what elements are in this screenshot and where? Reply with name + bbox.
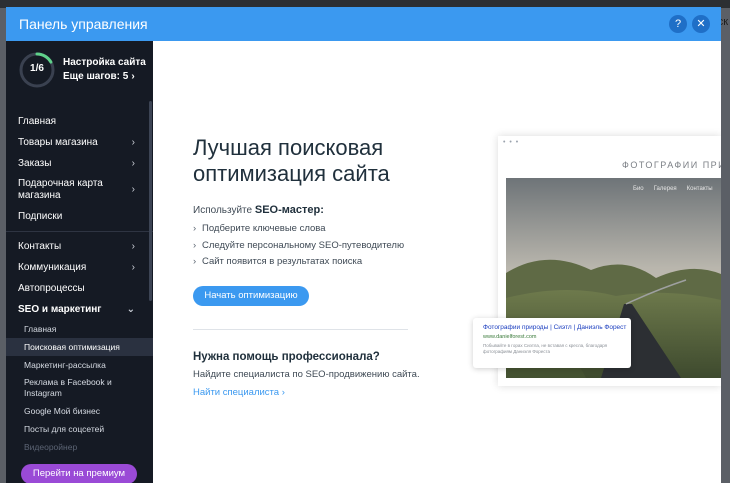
site-setup-widget[interactable]: 1/6 Настройка сайта Еще шагов: 5 ›	[18, 51, 153, 91]
chevron-right-icon: ›	[131, 137, 135, 148]
submenu-item-label: Поисковая оптимизация	[24, 342, 120, 352]
list-item-text: Следуйте персональному SEO-путеводителю	[202, 239, 405, 251]
close-button[interactable]: ✕	[692, 15, 710, 33]
steps-left-text: Еще шагов: 5	[63, 71, 129, 82]
sidebar-item-orders[interactable]: Заказы ›	[6, 153, 153, 174]
submenu-item-email-marketing[interactable]: Маркетинг-рассылка	[6, 356, 153, 374]
chevron-right-icon: ›	[131, 241, 135, 252]
help-description: Найдите специалиста по SEO-продвижению с…	[193, 369, 420, 380]
nav-item: Галерея	[653, 186, 677, 192]
steps-left: Еще шагов: 5 ›	[63, 71, 135, 82]
submenu-item-video[interactable]: Видеоройнер	[6, 438, 153, 456]
sidebar-menu: Главная Товары магазина › Заказы › Подароч…	[6, 111, 153, 456]
progress-text: 1/6	[30, 63, 44, 74]
chevron-right-icon: ›	[193, 223, 197, 234]
sidebar-scrollbar[interactable]	[149, 101, 152, 301]
sidebar: 1/6 Настройка сайта Еще шагов: 5 › Главна…	[6, 41, 153, 483]
main-content: Лучшая поисковая оптимизация сайта Испол…	[153, 41, 721, 483]
chevron-right-icon: ›	[131, 184, 135, 195]
sidebar-divider	[6, 231, 153, 232]
window-dots-icon: • • •	[503, 139, 520, 146]
sidebar-item-subscriptions[interactable]: Подписки	[6, 206, 153, 227]
submenu-item-label: Маркетинг-рассылка	[24, 360, 106, 370]
list-item-text: Сайт появится в результатах поиска	[202, 256, 363, 267]
modal-header: Панель управления ? ✕	[6, 7, 721, 41]
submenu-item-seo[interactable]: Поисковая оптимизация	[6, 338, 153, 356]
sidebar-item-store-products[interactable]: Товары магазина ›	[6, 132, 153, 153]
chevron-right-icon: ›	[131, 158, 135, 169]
search-result-title: Фотографии природы | Сиэтл | Даниэль Фор…	[483, 324, 627, 331]
help-heading: Нужна помощь профессионала?	[193, 351, 380, 363]
sidebar-item-label: SEO и маркетинг	[18, 304, 102, 315]
page-title: Лучшая поисковая оптимизация сайта	[193, 135, 390, 186]
submenu-item-social-posts[interactable]: Посты для соцсетей	[6, 420, 153, 438]
search-result-url: www.danielforest.com	[483, 334, 537, 340]
chevron-right-icon: ›	[193, 239, 197, 251]
submenu-item-label: Главная	[24, 324, 57, 334]
sidebar-item-label: Подарочная карта магазина	[18, 178, 103, 201]
submenu-item-google-business[interactable]: Google Мой бизнес	[6, 402, 153, 420]
nav-item: Био	[633, 186, 644, 192]
help-button[interactable]: ?	[669, 15, 687, 33]
sidebar-item-label: Товары магазина	[18, 137, 98, 148]
sidebar-item-gift-card[interactable]: Подарочная карта магазина ›	[6, 174, 153, 206]
list-item-text: Подберите ключевые слова	[202, 223, 326, 234]
sidebar-item-communication[interactable]: Коммуникация ›	[6, 257, 153, 278]
chevron-right-icon: ›	[131, 71, 135, 82]
nav-item: Контакты	[686, 186, 713, 192]
submenu-item-facebook-ads[interactable]: Реклама в Facebook и Instagram	[6, 374, 153, 402]
submenu-item-home[interactable]: Главная	[6, 320, 153, 338]
chevron-down-icon: ⌄	[126, 304, 135, 315]
intro-bold: SEO-мастер:	[254, 204, 324, 216]
sidebar-item-seo-marketing[interactable]: SEO и маркетинг ⌄	[6, 299, 153, 320]
submenu-item-label: Реклама в Facebook и Instagram	[24, 377, 112, 398]
sidebar-item-label: Коммуникация	[18, 262, 87, 273]
sidebar-item-contacts[interactable]: Контакты ›	[6, 236, 153, 257]
sidebar-item-label: Контакты	[18, 241, 62, 252]
modal-title: Панель управления	[19, 16, 148, 32]
list-item: › Сайт появится в результатах поиска	[193, 256, 404, 273]
sidebar-item-home[interactable]: Главная	[6, 111, 153, 132]
sidebar-item-label: Автопроцессы	[18, 283, 85, 294]
submenu-item-label: Видеоройнер	[24, 442, 78, 452]
intro-text: Используйте SEO-мастер:	[193, 204, 324, 216]
sidebar-item-automations[interactable]: Автопроцессы	[6, 278, 153, 299]
preview-nav: Био Галерея Контакты	[633, 186, 721, 192]
preview-site-name: ФОТОГРАФИИ ПРИРОДЫ	[622, 160, 721, 170]
list-item: › Следуйте персональному SEO-путеводителю	[193, 240, 404, 257]
sidebar-item-label: Главная	[18, 116, 57, 127]
section-divider	[193, 329, 408, 330]
intro-prefix: Используйте	[193, 205, 255, 216]
feature-list: › Подберите ключевые слова › Следуйте перс…	[193, 223, 404, 273]
search-result-description: Побывайте в горах Сиэтла, не вставая с к…	[483, 343, 608, 354]
dashboard-modal: Панель управления ? ✕ 1/6 Настройка сайт…	[6, 7, 721, 483]
sidebar-item-label: Заказы	[18, 158, 52, 169]
start-optimization-button[interactable]: Начать оптимизацию	[193, 286, 309, 306]
list-item: › Подберите ключевые слова	[193, 223, 404, 240]
chevron-right-icon: ›	[131, 262, 135, 273]
find-expert-link[interactable]: Найти специалиста ›	[193, 387, 285, 398]
submenu-item-label: Посты для соцсетей	[24, 424, 105, 434]
submenu-item-label: Google Мой бизнес	[24, 406, 100, 416]
chevron-right-icon: ›	[193, 256, 197, 267]
upgrade-premium-button[interactable]: Перейти на премиум	[21, 464, 137, 483]
search-result-card: Фотографии природы | Сиэтл | Даниэль Фор…	[473, 318, 631, 368]
sidebar-item-label: Подписки	[18, 211, 63, 222]
setup-title: Настройка сайта	[63, 57, 146, 68]
